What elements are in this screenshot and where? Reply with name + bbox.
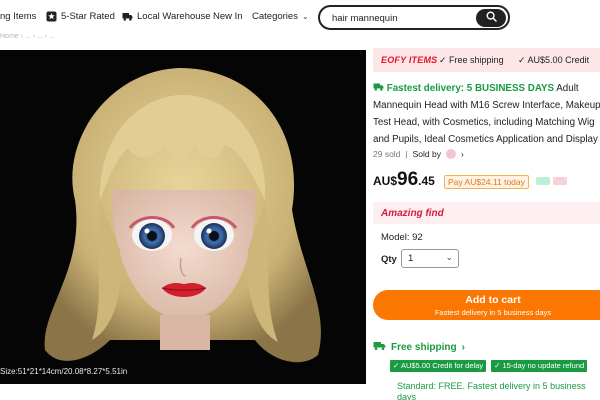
shipping-tag: ✓ 15-day no update refund: [491, 360, 588, 372]
nav-item-new-in[interactable]: New In: [213, 11, 243, 22]
eofy-logo: EOFY ITEMS: [381, 55, 438, 65]
image-size-label: Size:51*21*14cm/20.08*8.27*5.51in: [0, 367, 128, 376]
qty-label: Qty: [381, 254, 397, 265]
search-icon: [485, 9, 497, 27]
top-navigation: ng Items 5-Star Rated Local Warehouse Ne…: [0, 0, 600, 34]
seller-avatar[interactable]: [446, 149, 456, 159]
options-panel: Model: 92 Qty 1 ⌄: [373, 224, 600, 282]
mannequin-head-image: [0, 50, 366, 384]
star-badge-icon: [46, 11, 57, 22]
price-integer: 96: [397, 169, 419, 190]
pay-today-badge[interactable]: Pay AU$24.11 today: [444, 175, 529, 189]
search-button[interactable]: [476, 8, 506, 27]
shipping-tags: ✓ AU$5.00 Credit for delay ✓ 15-day no u…: [390, 360, 588, 372]
nav-item-label: Categories: [252, 11, 298, 22]
amazing-find-title: Amazing find: [381, 208, 444, 219]
amazing-find-box: Amazing find Model: 92 Qty 1 ⌄: [373, 202, 600, 282]
chevron-right-icon: ›: [461, 342, 465, 353]
model-label: Model: 92: [381, 232, 423, 243]
qty-value: 1: [408, 253, 414, 264]
chevron-right-icon[interactable]: ›: [461, 149, 464, 159]
fastest-delivery-label: Fastest delivery: 5 BUSINESS DAYS: [386, 83, 555, 94]
klarna-logo-icon: [553, 177, 567, 185]
free-shipping-title: Free shipping: [391, 342, 457, 353]
add-to-cart-subtitle: Fastest delivery in 5 business days: [434, 308, 552, 317]
product-image[interactable]: Size:51*21*14cm/20.08*8.27*5.51in: [0, 50, 366, 384]
add-to-cart-label: Add to cart: [465, 294, 521, 306]
promo-banner[interactable]: EOFY ITEMS ✓ Free shipping ✓ AU$5.00 Cre…: [373, 48, 600, 72]
add-to-cart-button[interactable]: Add to cart Fastest delivery in 5 busine…: [373, 290, 600, 320]
product-title: Fastest delivery: 5 BUSINESS DAYS Adult …: [373, 80, 600, 148]
divider: |: [405, 149, 408, 159]
price-decimal: .45: [418, 174, 435, 188]
chevron-down-icon: ⌄: [445, 252, 453, 262]
standard-shipping-text: Standard: FREE. Fastest delivery in 5 bu…: [397, 381, 586, 400]
banner-free-shipping: ✓ Free shipping: [439, 55, 504, 65]
breadcrumb[interactable]: Home › ... › ... › ...: [0, 33, 330, 41]
nav-item-label: Local Warehouse: [137, 11, 211, 22]
nav-item-label: New In: [213, 11, 243, 22]
nav-item-categories[interactable]: Categories ⌄: [252, 11, 309, 22]
truck-icon: [373, 341, 386, 354]
sold-count: 29 sold: [373, 149, 401, 159]
nav-item-local-warehouse[interactable]: Local Warehouse: [122, 11, 211, 22]
search-bar: [318, 5, 510, 30]
sold-by-label: Sold by: [412, 149, 441, 159]
truck-icon: [373, 83, 387, 94]
quantity-select[interactable]: 1 ⌄: [401, 249, 459, 268]
nav-item-label: 5-Star Rated: [61, 11, 115, 22]
nav-item-label: ng Items: [0, 11, 37, 22]
truck-icon: [122, 11, 133, 22]
sold-row: 29 sold | Sold by ›: [373, 149, 464, 159]
price-currency: AU$: [373, 174, 398, 188]
nav-item-selling[interactable]: ng Items: [0, 11, 36, 22]
shipping-tag: ✓ AU$5.00 Credit for delay: [390, 360, 487, 372]
banner-credit: ✓ AU$5.00 Credit: [518, 55, 590, 65]
price: AU$96.45: [373, 170, 435, 190]
search-input[interactable]: [332, 11, 482, 25]
chevron-down-icon: ⌄: [301, 12, 309, 21]
free-shipping-link[interactable]: Free shipping ›: [373, 341, 465, 354]
nav-item-five-star[interactable]: 5-Star Rated: [46, 11, 115, 22]
afterpay-logo-icon: [536, 177, 550, 185]
